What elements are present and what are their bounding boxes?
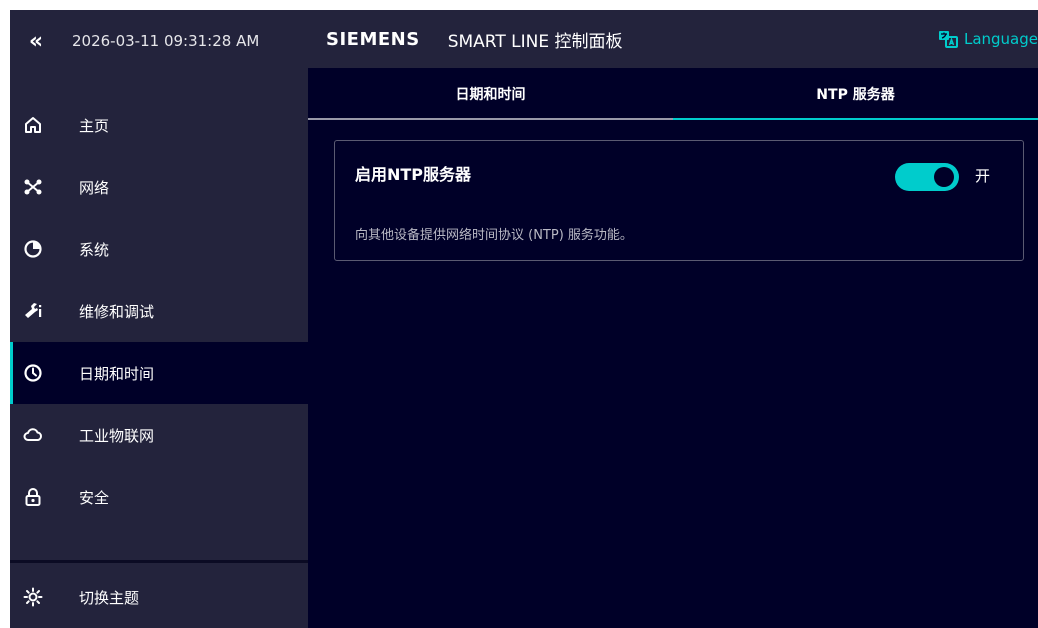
toggle-state-label: 开 bbox=[975, 167, 991, 185]
sidebar-item-datetime[interactable]: 日期和时间 bbox=[10, 342, 308, 404]
sidebar-item-label: 系统 bbox=[79, 240, 110, 259]
lock-icon bbox=[23, 487, 43, 507]
sidebar-item-home[interactable]: 主页 bbox=[10, 94, 308, 156]
sidebar-item-label: 维修和调试 bbox=[79, 302, 155, 321]
card-title: 启用NTP服务器 bbox=[355, 165, 472, 184]
brand-logo: SIEMENS bbox=[326, 28, 420, 50]
clock-icon bbox=[23, 363, 43, 383]
language-button[interactable]: Language bbox=[938, 10, 1038, 68]
collapse-sidebar-button[interactable]: « bbox=[10, 10, 62, 72]
wrench-icon bbox=[23, 301, 43, 321]
card-description: 向其他设备提供网络时间协议 (NTP) 服务功能。 bbox=[355, 228, 633, 243]
theme-label: 切换主题 bbox=[79, 588, 140, 607]
page-title: SMART LINE 控制面板 bbox=[447, 31, 623, 52]
network-icon bbox=[23, 177, 43, 197]
sidebar-item-label: 网络 bbox=[79, 178, 110, 197]
sidebar-nav: 主页 网络 系统 维修和调试 日期和时间 工业物联网 安全 bbox=[10, 94, 308, 528]
toggle-knob bbox=[934, 167, 954, 187]
sidebar-item-label: 日期和时间 bbox=[79, 364, 155, 383]
sidebar-item-security[interactable]: 安全 bbox=[10, 466, 308, 528]
ntp-server-card: 启用NTP服务器 开 向其他设备提供网络时间协议 (NTP) 服务功能。 bbox=[334, 140, 1024, 261]
sidebar-item-maintenance[interactable]: 维修和调试 bbox=[10, 280, 308, 342]
tab-bar: 日期和时间 NTP 服务器 bbox=[308, 68, 1038, 120]
sun-icon bbox=[23, 587, 43, 607]
language-label: Language bbox=[963, 30, 1038, 48]
sidebar-item-iiot[interactable]: 工业物联网 bbox=[10, 404, 308, 466]
app-frame: « 2026-03-11 09:31:28 AM 主页 网络 系统 维修和调试 … bbox=[10, 10, 1038, 628]
cloud-icon bbox=[23, 425, 43, 445]
language-icon bbox=[938, 31, 958, 48]
tab-date-time[interactable]: 日期和时间 bbox=[308, 68, 673, 120]
current-datetime: 2026-03-11 09:31:28 AM bbox=[72, 32, 260, 50]
sidebar-divider bbox=[10, 560, 308, 563]
ntp-enable-toggle[interactable] bbox=[895, 163, 959, 191]
tab-ntp-server[interactable]: NTP 服务器 bbox=[673, 68, 1038, 120]
switch-theme-button[interactable]: 切换主题 bbox=[10, 566, 308, 628]
sidebar-item-label: 安全 bbox=[79, 488, 110, 507]
top-bar: SIEMENS SMART LINE 控制面板 Language bbox=[308, 10, 1038, 68]
home-icon bbox=[23, 115, 43, 135]
sidebar-item-system[interactable]: 系统 bbox=[10, 218, 308, 280]
sidebar: « 2026-03-11 09:31:28 AM 主页 网络 系统 维修和调试 … bbox=[10, 10, 308, 628]
pie-chart-icon bbox=[23, 239, 43, 259]
sidebar-item-label: 工业物联网 bbox=[79, 426, 155, 445]
sidebar-item-network[interactable]: 网络 bbox=[10, 156, 308, 218]
sidebar-item-label: 主页 bbox=[79, 116, 110, 135]
sidebar-header: « 2026-03-11 09:31:28 AM bbox=[10, 10, 308, 72]
